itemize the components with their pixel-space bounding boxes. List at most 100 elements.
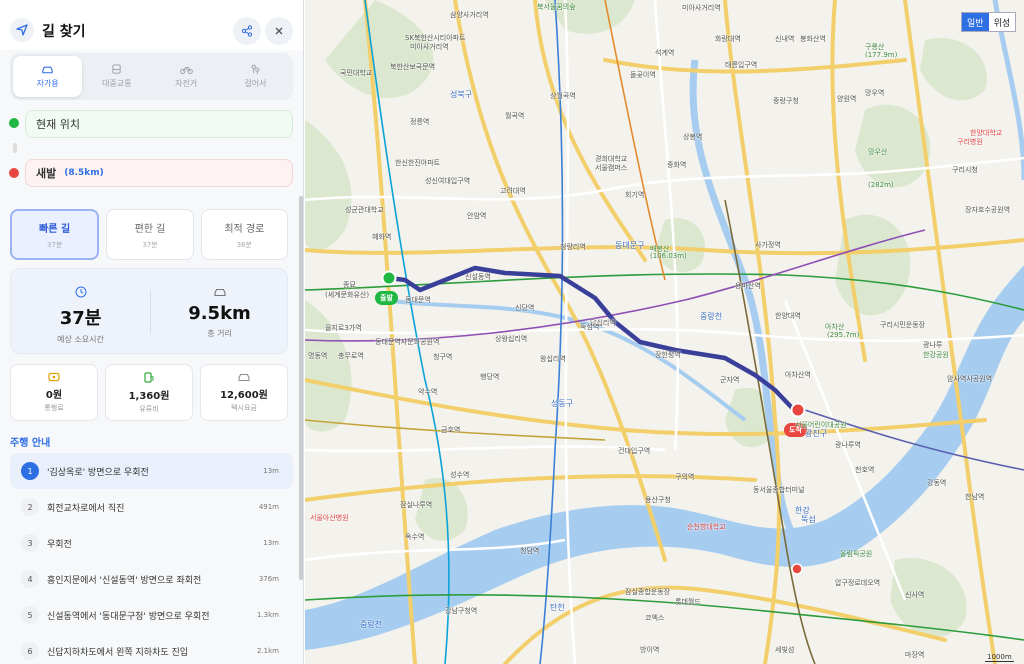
route-option-fastest[interactable]: 빠른 길 37분 [10, 209, 100, 260]
map-place-label[interactable]: 청담역 [520, 546, 539, 556]
map-place-label[interactable]: 성신여대입구역 [425, 176, 470, 186]
map-place-label[interactable]: 한신한진아파트 [395, 158, 440, 168]
map-place-label[interactable]: 약수역 [418, 387, 437, 397]
tab-walk[interactable]: 걸어서 [221, 56, 290, 97]
map-place-label[interactable]: 강남구청역 [445, 606, 477, 616]
map-place-label[interactable]: 성균관대학교 [345, 205, 384, 215]
map-place-label[interactable]: 장자호수공원역 [965, 205, 1010, 215]
map-place-label[interactable]: 압구정로데오역 [835, 578, 880, 588]
map-place-label[interactable]: 뚝섬역 [580, 322, 599, 332]
map-place-label[interactable]: 충무로역 [338, 351, 364, 361]
close-button[interactable] [265, 17, 293, 45]
map-place-label[interactable]: 양원역 [837, 94, 856, 104]
map-place-label[interactable]: 청량리역 [560, 242, 586, 252]
map-place-label[interactable]: 월곡역 [505, 111, 524, 121]
route-option-comfortable[interactable]: 편한 길 37분 [106, 209, 194, 260]
map-place-label[interactable]: 광나루 [923, 340, 942, 350]
map-place-label[interactable]: 삼양사거리역 [450, 10, 489, 20]
map-place-label[interactable]: 석계역 [655, 48, 674, 58]
map-place-label[interactable]: 화랑대역 [715, 34, 741, 44]
map-place-label[interactable]: 용마산역 [735, 281, 761, 291]
map-place-label[interactable]: (106.03m) [650, 252, 687, 260]
map-place-label[interactable]: 동대문구 [615, 240, 644, 251]
map-place-label[interactable]: 중화역 [667, 160, 686, 170]
map-place-label[interactable]: 순천향대학교 [687, 522, 726, 532]
map-place-label[interactable]: 행당역 [480, 372, 499, 382]
map-place-label[interactable]: 코엑스 [645, 613, 664, 623]
map-place-label[interactable]: 장한평역 [655, 350, 681, 360]
map-place-label[interactable]: (282m) [868, 181, 894, 189]
map-place-label[interactable]: 종묘 [343, 280, 356, 290]
map-place-label[interactable]: 구리시청 [952, 165, 978, 175]
map-place-label[interactable]: 탄천 [550, 602, 565, 613]
tab-bicycle[interactable]: 자전거 [152, 56, 221, 97]
map-place-label[interactable]: 신당역 [515, 303, 534, 313]
map-place-label[interactable]: 금호역 [441, 425, 460, 435]
map-view[interactable]: 출발 도착 삼양사거리역 북서울꿈의숲 미아사거리역 SK북한산시티아파트 미아사거리역… [305, 0, 1024, 664]
share-button[interactable] [233, 17, 261, 45]
map-place-label[interactable]: 신내역 [775, 34, 794, 44]
tab-car[interactable]: 자가용 [13, 56, 83, 97]
map-place-label[interactable]: 국민대학교 [340, 68, 372, 78]
map-place-label[interactable]: 올림픽공원 [840, 549, 872, 559]
map-place-label[interactable]: 봉화산역 [800, 34, 826, 44]
panel-scrollbar[interactable] [299, 196, 303, 580]
map-place-label[interactable]: 잠실종합운동장 [625, 587, 670, 597]
map-place-label[interactable]: 서울캠퍼스 [595, 163, 627, 173]
map-place-label[interactable]: 성수역 [450, 470, 469, 480]
map-place-label[interactable]: 세빛섬 [775, 645, 794, 655]
map-place-label[interactable]: 망우역 [865, 88, 884, 98]
map-place-label[interactable]: 상왕십리역 [495, 334, 527, 344]
map-place-label[interactable]: 마장역 [905, 650, 924, 660]
step-item[interactable]: 1 '김상옥로' 방면으로 우회전 13m [10, 453, 293, 489]
origin-input[interactable]: 현재 위치 [25, 110, 293, 138]
map-place-label[interactable]: 신설동역 [465, 272, 491, 282]
map-place-label[interactable]: 서울아산병원 [310, 513, 349, 523]
start-pin[interactable] [381, 270, 397, 286]
map-place-label[interactable]: 구리시민운동장 [880, 320, 925, 330]
map-place-label[interactable]: 암사역사공원역 [947, 374, 992, 384]
map-place-label[interactable]: 구의역 [675, 472, 694, 482]
map-type-normal[interactable]: 일반 [962, 13, 989, 31]
map-place-label[interactable]: 성북구 [450, 89, 472, 100]
map-place-label[interactable]: 건대입구역 [618, 446, 650, 456]
map-place-label[interactable]: 잠실나루역 [400, 500, 432, 510]
map-place-label[interactable]: 동서울종합터미널 [753, 485, 805, 495]
map-place-label[interactable]: 중랑구청 [773, 96, 799, 106]
map-place-label[interactable]: 을지로3가역 [325, 323, 362, 333]
map-place-label[interactable]: 옥수역 [405, 532, 424, 542]
tab-transit[interactable]: 대중교통 [82, 56, 151, 97]
map-place-label[interactable]: 한양대역 [775, 311, 801, 321]
map-place-label[interactable]: 천호역 [855, 465, 874, 475]
poi-red-pin[interactable] [791, 563, 803, 575]
map-place-label[interactable]: 뚝섬 [801, 514, 816, 525]
map-place-label[interactable]: 신사역 [905, 590, 924, 600]
map-place-label[interactable]: 광나루역 [835, 440, 861, 450]
map-place-label[interactable]: 미아사거리역 [682, 3, 721, 13]
map-place-label[interactable]: 아차산역 [785, 370, 811, 380]
map-place-label[interactable]: 강동역 [927, 478, 946, 488]
step-item[interactable]: 6 신답지하차도에서 왼쪽 지하차도 진입 2.1km [10, 633, 293, 664]
map-place-label[interactable]: 광진구 [805, 428, 827, 439]
map-place-label[interactable]: 명동역 [308, 351, 327, 361]
end-pin[interactable] [790, 402, 806, 418]
map-place-label[interactable]: 롯데월드 [675, 597, 701, 607]
map-place-label[interactable]: 용산구청 [645, 495, 671, 505]
map-place-label[interactable]: 돌곶이역 [630, 70, 656, 80]
map-place-label[interactable]: 구리병원 [957, 137, 983, 147]
map-place-label[interactable]: 방이역 [640, 645, 659, 655]
map-place-label[interactable]: (세계문화유산) [325, 290, 369, 300]
map-place-label[interactable]: 태릉입구역 [725, 60, 757, 70]
map-place-label[interactable]: 상봉역 [683, 132, 702, 142]
map-place-label[interactable]: (295.7m) [827, 331, 859, 339]
map-place-label[interactable]: 동대문역사문화공원역 [375, 337, 439, 347]
map-place-label[interactable]: 사가정역 [755, 240, 781, 250]
map-place-label[interactable]: 정릉역 [410, 117, 429, 127]
step-item[interactable]: 5 신설동역에서 '동대문구청' 방면으로 우회전 1.3km [10, 597, 293, 633]
route-option-optimal[interactable]: 최적 경로 36분 [200, 209, 288, 260]
step-item[interactable]: 2 회전교차로에서 직진 491m [10, 489, 293, 525]
map-place-label[interactable]: 중랑천 [700, 311, 722, 322]
map-type-satellite[interactable]: 위성 [989, 13, 1016, 31]
map-place-label[interactable]: 동대문역 [405, 295, 431, 305]
map-place-label[interactable]: 한남역 [965, 492, 984, 502]
